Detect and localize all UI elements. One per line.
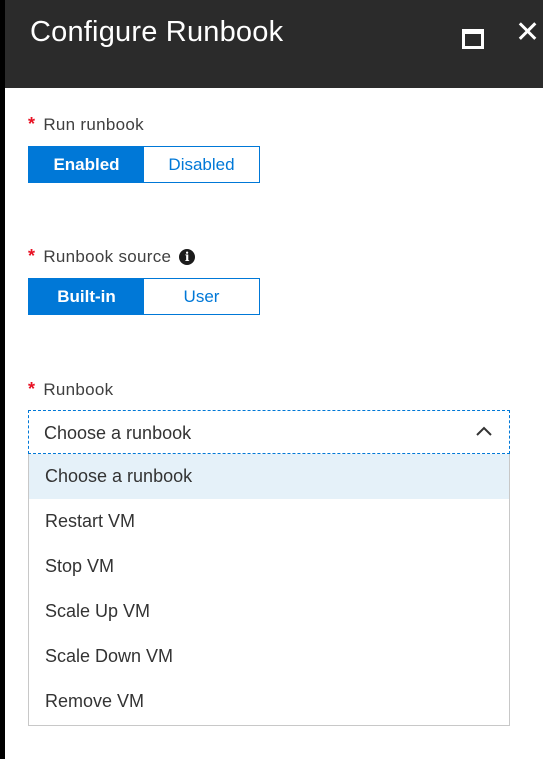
maximize-icon[interactable] (462, 29, 484, 49)
info-icon[interactable]: i (179, 249, 196, 265)
runbook-source-user-option[interactable]: User (144, 279, 259, 314)
dropdown-option-restart-vm[interactable]: Restart VM (29, 499, 509, 544)
runbook-source-label-text: Runbook source (43, 247, 172, 266)
run-runbook-disabled-option[interactable]: Disabled (144, 147, 259, 182)
runbook-source-builtin-option[interactable]: Built-in (29, 279, 144, 314)
dropdown-option-remove-vm[interactable]: Remove VM (29, 679, 509, 724)
runbook-source-label: * Runbook source i (28, 246, 196, 267)
blade-title: Configure Runbook (30, 16, 284, 48)
runbook-source-toggle: Built-in User (28, 278, 260, 315)
runbook-label: * Runbook (28, 379, 113, 400)
run-runbook-label-text: Run runbook (43, 115, 144, 134)
runbook-select-value: Choose a runbook (44, 423, 192, 443)
maximize-icon-shape (462, 29, 484, 49)
required-marker: * (28, 379, 36, 399)
runbook-label-text: Runbook (43, 380, 114, 399)
run-runbook-enabled-option[interactable]: Enabled (29, 147, 144, 182)
runbook-dropdown-list: Choose a runbook Restart VM Stop VM Scal… (28, 454, 510, 726)
blade-header: Configure Runbook ✕ (5, 0, 543, 88)
dropdown-option-choose[interactable]: Choose a runbook (29, 454, 509, 499)
run-runbook-toggle: Enabled Disabled (28, 146, 260, 183)
close-icon[interactable]: ✕ (515, 16, 543, 50)
window-frame-edge (0, 0, 5, 759)
run-runbook-label: * Run runbook (28, 114, 144, 135)
dropdown-option-scale-up-vm[interactable]: Scale Up VM (29, 589, 509, 634)
required-marker: * (28, 114, 36, 134)
dropdown-option-scale-down-vm[interactable]: Scale Down VM (29, 634, 509, 679)
chevron-up-icon[interactable] (475, 423, 493, 441)
required-marker: * (28, 246, 36, 266)
dropdown-option-stop-vm[interactable]: Stop VM (29, 544, 509, 589)
runbook-select[interactable]: Choose a runbook (28, 410, 510, 454)
